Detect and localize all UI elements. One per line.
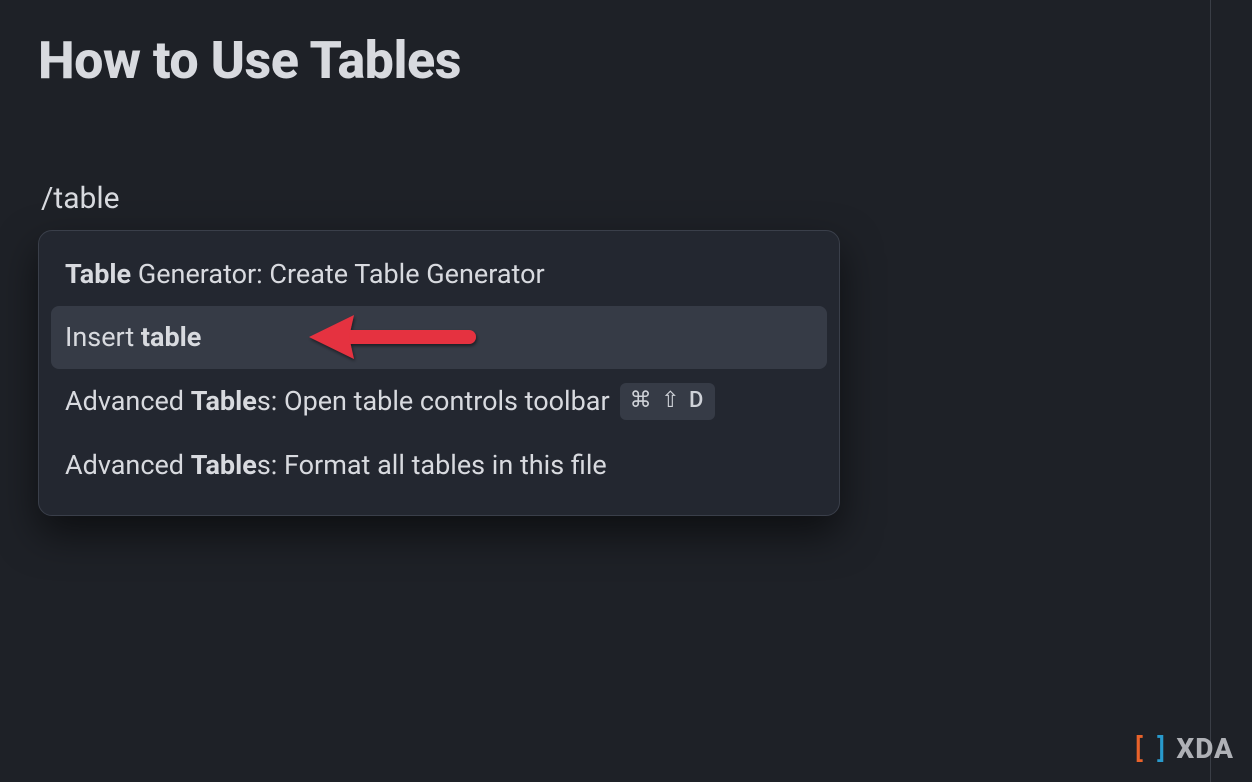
slash-command-input[interactable]: /table [41,181,1172,216]
editor-pane: How to Use Tables /table Table Generator… [0,0,1210,782]
keyboard-shortcut-badge: ⌘ ⇧ D [620,383,716,420]
page-title: How to Use Tables [38,30,1172,91]
watermark-text: XDA [1176,732,1234,765]
command-label: Advanced Tables: Format all tables in th… [65,448,607,483]
command-palette: Table Generator: Create Table Generator … [38,230,840,516]
command-label: Advanced Tables: Open table controls too… [65,384,610,419]
pane-divider[interactable] [1210,0,1211,782]
command-label: Insert table [65,320,201,355]
watermark-bracket-right-icon: ] [1154,731,1168,766]
command-item-advanced-toolbar[interactable]: Advanced Tables: Open table controls too… [39,369,839,434]
command-item-advanced-format[interactable]: Advanced Tables: Format all tables in th… [39,434,839,497]
watermark-bracket-left-icon: [ [1132,731,1146,766]
xda-watermark: [ ] XDA [1130,731,1234,766]
command-item-table-generator[interactable]: Table Generator: Create Table Generator [39,243,839,306]
command-item-insert-table[interactable]: Insert table [51,306,827,369]
command-label: Table Generator: Create Table Generator [65,257,545,292]
